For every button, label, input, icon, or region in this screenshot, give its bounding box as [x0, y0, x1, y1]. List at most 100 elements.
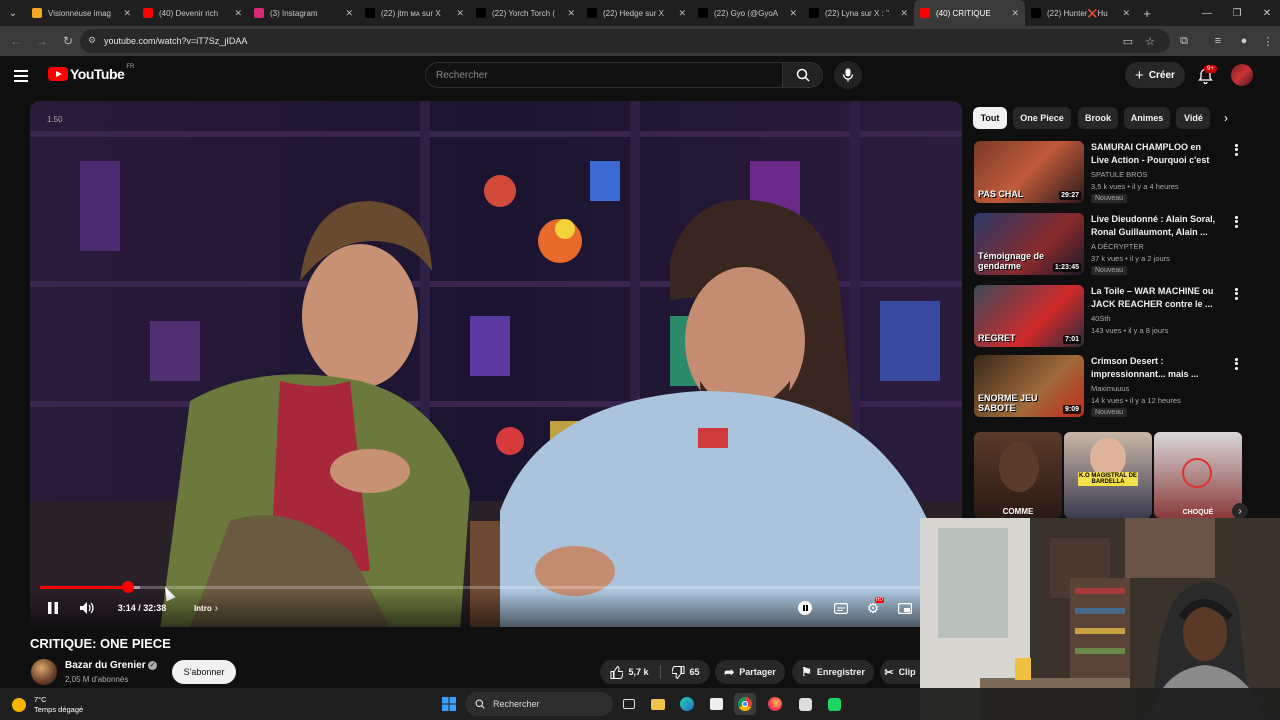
like-button[interactable]: 5,7 k [610, 665, 649, 679]
taskbar-search[interactable]: Rechercher [465, 692, 613, 716]
firefox-icon[interactable] [764, 693, 786, 715]
shorts-next-icon[interactable]: › [1232, 503, 1248, 519]
tab-close-icon[interactable]: ✕ [234, 8, 242, 19]
voice-search-button[interactable] [834, 61, 862, 89]
more-options-icon[interactable] [1230, 357, 1242, 371]
chip-all[interactable]: Tout [973, 107, 1007, 129]
youtube-logo[interactable]: YouTube FR [48, 64, 134, 82]
tab-close-icon[interactable]: ✕ [567, 8, 575, 19]
recommendation-channel[interactable]: A DÉCRYPTER [1091, 242, 1144, 251]
create-button[interactable]: + Créer [1125, 62, 1185, 88]
cast-icon[interactable]: ▭ [1116, 29, 1140, 53]
store-icon[interactable] [705, 693, 727, 715]
tab-close-icon[interactable]: ✕ [345, 8, 353, 19]
recommendation-channel[interactable]: 40Sth [1091, 314, 1111, 323]
recommendation-channel[interactable]: SPATULE BROS [1091, 170, 1147, 179]
browser-tab[interactable]: (40) CRITIQUE ✕ [914, 0, 1025, 26]
recommendation-thumbnail[interactable]: PAS CHAL 29:27 [974, 141, 1084, 203]
tab-close-icon[interactable]: ✕ [456, 8, 464, 19]
settings-button[interactable]: ⚙ HD [862, 597, 884, 619]
reading-list-icon[interactable]: ≡ [1206, 29, 1230, 53]
tab-close-icon[interactable]: ✕ [678, 8, 686, 19]
browser-tab[interactable]: (40) Devenir rich ✕ [137, 0, 248, 26]
channel-name[interactable]: Bazar du Grenier [65, 660, 146, 671]
menu-icon[interactable] [14, 66, 34, 86]
recommendation-item[interactable]: PAS CHAL 29:27 SAMURAI CHAMPLOO en Live Ac… [974, 141, 1254, 207]
new-tab-button[interactable]: + [1136, 6, 1158, 21]
search-button[interactable] [783, 62, 823, 88]
clip-button[interactable]: ✂ Clip [880, 660, 920, 684]
weather-widget[interactable]: 7°C Temps dégagé [12, 695, 83, 715]
dislike-button[interactable]: 65 [671, 665, 700, 679]
chip-one-piece[interactable]: One Piece [1013, 107, 1071, 129]
browser-tab[interactable]: (22) Hedge sur X ✕ [581, 0, 692, 26]
more-options-icon[interactable] [1230, 287, 1242, 301]
tab-close-icon[interactable]: ✕ [1011, 8, 1019, 19]
subscribe-button[interactable]: S'abonner [172, 660, 236, 684]
edge-icon[interactable] [676, 693, 698, 715]
browser-tab[interactable]: (3) Instagram ✕ [248, 0, 359, 26]
bookmark-star-icon[interactable]: ☆ [1138, 29, 1162, 53]
chapter-button[interactable]: Intro › [190, 597, 222, 619]
pause-button[interactable] [42, 597, 64, 619]
recommendation-channel[interactable]: Maximuuus [1091, 384, 1129, 393]
tab-close-icon[interactable]: ✕ [1122, 8, 1130, 19]
channel-avatar[interactable] [31, 659, 57, 685]
short-thumbnail[interactable]: CHOQUÉ [1154, 432, 1242, 518]
restore-icon[interactable]: ❐ [1222, 0, 1252, 26]
tab-search-icon[interactable]: ⌄ [0, 0, 26, 26]
search-box[interactable] [425, 62, 783, 88]
url-field[interactable]: ⚙ youtube.com/watch?v=iT7Sz_jIDAA [80, 29, 1170, 53]
recommendation-item[interactable]: Témoignage de gendarme 1:23:45 Live Dieudo… [974, 213, 1254, 279]
browser-tab[interactable]: (22) jtm ᴍᴀ sur X ✕ [359, 0, 470, 26]
recommendation-item[interactable]: REGRET 7:01 La Toile – WAR MACHINE ou JACK… [974, 285, 1254, 351]
profile-icon[interactable]: ● [1232, 29, 1256, 53]
tab-close-icon[interactable]: ✕ [123, 8, 131, 19]
short-thumbnail[interactable]: COMME [974, 432, 1062, 518]
autoplay-toggle[interactable] [794, 597, 816, 619]
task-view-icon[interactable] [618, 693, 640, 715]
volume-button[interactable] [76, 597, 98, 619]
more-options-icon[interactable] [1230, 215, 1242, 229]
back-icon[interactable]: ← [4, 29, 28, 53]
short-thumbnail[interactable]: K.O MAGISTRAL DE BARDELLA [1064, 432, 1152, 518]
video-player[interactable]: 1.50 3:14 / 32:38 Intro › ⚙ HD [30, 101, 962, 627]
chrome-icon[interactable] [734, 693, 756, 715]
recommendation-thumbnail[interactable]: ENORME JEU SABOTE 9:09 [974, 355, 1084, 417]
save-button[interactable]: ⚑ Enregistrer [792, 660, 874, 684]
app-icon[interactable] [794, 693, 816, 715]
progress-bar[interactable] [40, 586, 928, 589]
reload-icon[interactable]: ↻ [56, 29, 80, 53]
tab-close-icon[interactable]: ✕ [900, 8, 908, 19]
browser-tab[interactable]: (22) Yorch Torch (✕ [470, 0, 581, 26]
browser-tab[interactable]: (22) Lyna sur X : " ✕ [803, 0, 914, 26]
tab-close-icon[interactable]: ✕ [789, 8, 797, 19]
more-options-icon[interactable] [1230, 143, 1242, 157]
minimize-icon[interactable]: — [1192, 0, 1222, 26]
site-info-icon[interactable]: ⚙ [88, 35, 96, 46]
file-explorer-icon[interactable] [647, 693, 669, 715]
chip-videos[interactable]: Vidé [1176, 107, 1210, 129]
chevron-right-icon[interactable]: › [1216, 108, 1236, 128]
share-button[interactable]: ➦ Partager [715, 660, 785, 684]
app-green-icon[interactable] [823, 693, 845, 715]
recommendation-title[interactable]: La Toile – WAR MACHINE ou JACK REACHER c… [1091, 285, 1221, 311]
browser-tab[interactable]: (22) Gyo (@GyoA ✕ [692, 0, 803, 26]
miniplayer-button[interactable] [894, 597, 916, 619]
recommendation-title[interactable]: SAMURAI CHAMPLOO en Live Action - Pourqu… [1091, 141, 1221, 168]
recommendation-thumbnail[interactable]: Témoignage de gendarme 1:23:45 [974, 213, 1084, 275]
close-window-icon[interactable]: ✕ [1252, 0, 1280, 26]
search-input[interactable] [436, 69, 782, 81]
recommendation-title[interactable]: Live Dieudonné : Alain Soral, Ronal Guil… [1091, 213, 1221, 239]
browser-tab[interactable]: (22) Hunter❌Hu ✕ [1025, 0, 1136, 26]
windows-start-icon[interactable] [438, 693, 460, 715]
extensions-icon[interactable]: ⧉ [1172, 29, 1196, 53]
recommendation-title[interactable]: Crimson Desert : impressionnant... mais … [1091, 355, 1221, 381]
subtitles-button[interactable] [830, 597, 852, 619]
chip-animes[interactable]: Animes [1124, 107, 1170, 129]
forward-icon[interactable]: → [30, 29, 54, 53]
browser-tab[interactable]: Visionneuse imag ✕ [26, 0, 137, 26]
chip-brook[interactable]: Brook [1078, 107, 1118, 129]
recommendation-item[interactable]: ENORME JEU SABOTE 9:09 Crimson Desert : im… [974, 355, 1254, 421]
account-avatar[interactable] [1231, 64, 1253, 86]
